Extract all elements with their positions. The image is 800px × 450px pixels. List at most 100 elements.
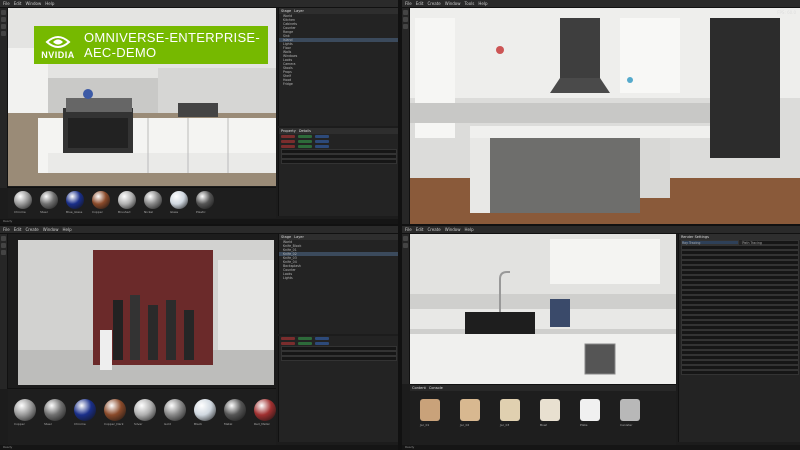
menu-item-window[interactable]: Window — [25, 1, 41, 6]
render-setting-field[interactable] — [681, 369, 799, 376]
asset-thumbnail[interactable] — [620, 399, 640, 421]
content-browser: Content Console Jar_01 Jar_02 Jar_03 Bowl Pl… — [410, 384, 676, 445]
menu-item-create[interactable]: Create — [25, 227, 38, 232]
property-field[interactable] — [281, 355, 397, 362]
status-bar: Ready — [0, 445, 398, 450]
rotate-tool-icon[interactable] — [403, 24, 408, 29]
material-thumbnail[interactable] — [224, 399, 246, 421]
select-tool-icon[interactable] — [403, 236, 408, 241]
asset-label: Jar_01 — [420, 423, 430, 427]
menu-item-help[interactable]: Help — [63, 227, 72, 232]
move-tool-icon[interactable] — [1, 17, 6, 22]
viewport[interactable]: FPS: 60.0 — [410, 8, 800, 224]
tab-stage[interactable]: Stage — [281, 235, 291, 239]
tab-property[interactable]: Property — [281, 129, 296, 133]
material-thumbnail[interactable] — [104, 399, 126, 421]
top-right-window: File Edit Create Window Tools Help FPS: … — [402, 0, 800, 224]
menu-item-file[interactable]: File — [405, 1, 412, 6]
material-label: Brushed — [118, 210, 131, 214]
stage-tree-item[interactable]: Lights — [279, 276, 398, 280]
select-tool-icon[interactable] — [403, 10, 408, 15]
asset-label: Plate — [580, 423, 588, 427]
material-browser: Copper Steel Chrome Copper_Dark Silver Gold Bl… — [8, 388, 276, 445]
sink-scene-image — [410, 234, 676, 384]
tab-stage[interactable]: Stage — [281, 9, 291, 13]
left-toolbar — [0, 8, 8, 188]
material-thumbnail[interactable] — [44, 399, 66, 421]
move-tool-icon[interactable] — [1, 243, 6, 248]
asset-thumbnail[interactable] — [540, 399, 560, 421]
material-thumbnail[interactable] — [194, 399, 216, 421]
material-thumbnail[interactable] — [66, 191, 84, 209]
menu-item-create[interactable]: Create — [427, 1, 440, 6]
material-thumbnail[interactable] — [170, 191, 188, 209]
material-thumbnail[interactable] — [92, 191, 110, 209]
kitchen-island-scene-image — [410, 8, 800, 224]
menu-item-window[interactable]: Window — [43, 227, 59, 232]
asset-label: Jar_02 — [460, 423, 470, 427]
asset-label: Bowl — [540, 423, 548, 427]
material-thumbnail[interactable] — [196, 191, 214, 209]
menu-bar: File Edit Create Window Help — [402, 226, 800, 234]
viewport[interactable] — [410, 234, 676, 384]
menu-item-file[interactable]: File — [3, 1, 10, 6]
scale-tool-icon[interactable] — [1, 31, 6, 36]
material-label: Plastic — [196, 210, 206, 214]
menu-bar: File Edit Create Window Help — [0, 226, 398, 234]
select-tool-icon[interactable] — [1, 236, 6, 241]
tab-console[interactable]: Console — [429, 386, 443, 390]
fps-readout: FPS: 60.0 — [777, 10, 796, 15]
menu-bar: File Edit Window Help — [0, 0, 398, 8]
material-thumbnail[interactable] — [254, 399, 276, 421]
asset-thumbnail[interactable] — [580, 399, 600, 421]
move-tool-icon[interactable] — [403, 17, 408, 22]
material-thumbnail[interactable] — [74, 399, 96, 421]
render-settings-panel: Render Settings Ray Tracing Path Tracing — [678, 234, 800, 442]
material-label: Chrome — [74, 422, 86, 426]
material-label: Silver — [134, 422, 143, 426]
select-tool-icon[interactable] — [1, 10, 6, 15]
left-toolbar — [402, 234, 410, 384]
menu-item-help[interactable]: Help — [478, 1, 487, 6]
material-thumbnail[interactable] — [14, 191, 32, 209]
status-bar: Ready — [402, 445, 800, 450]
rotate-tool-icon[interactable] — [1, 24, 6, 29]
menu-item-tools[interactable]: Tools — [465, 1, 475, 6]
tab-layer[interactable]: Layer — [294, 9, 304, 13]
tab-details[interactable]: Details — [299, 129, 311, 133]
tab-content[interactable]: Content — [412, 386, 426, 390]
stage-panel: Stage Layer World Knife_Block Knife_01 Knif… — [278, 234, 398, 334]
move-tool-icon[interactable] — [403, 243, 408, 248]
material-label: Blue_Glass — [66, 210, 83, 214]
menu-item-file[interactable]: File — [3, 227, 10, 232]
menu-item-edit[interactable]: Edit — [14, 227, 22, 232]
menu-bar: File Edit Create Window Tools Help — [402, 0, 800, 8]
asset-thumbnail[interactable] — [500, 399, 520, 421]
tab-render-settings[interactable]: Render Settings — [681, 235, 709, 239]
viewport[interactable] — [18, 240, 274, 385]
tab-layer[interactable]: Layer — [294, 235, 304, 239]
rotate-tool-icon[interactable] — [1, 250, 6, 255]
menu-item-edit[interactable]: Edit — [416, 227, 424, 232]
menu-item-edit[interactable]: Edit — [14, 1, 22, 6]
menu-item-help[interactable]: Help — [465, 227, 474, 232]
menu-item-create[interactable]: Create — [427, 227, 440, 232]
render-setting-row — [679, 369, 800, 376]
menu-item-edit[interactable]: Edit — [416, 1, 424, 6]
property-field[interactable] — [281, 158, 397, 165]
material-label: Chrome — [14, 210, 26, 214]
menu-item-window[interactable]: Window — [445, 227, 461, 232]
material-thumbnail[interactable] — [144, 191, 162, 209]
material-thumbnail[interactable] — [134, 399, 156, 421]
asset-thumbnail[interactable] — [420, 399, 440, 421]
menu-item-help[interactable]: Help — [45, 1, 54, 6]
material-label: Steel — [40, 210, 48, 214]
material-thumbnail[interactable] — [40, 191, 58, 209]
material-thumbnail[interactable] — [118, 191, 136, 209]
menu-item-window[interactable]: Window — [445, 1, 461, 6]
menu-item-file[interactable]: File — [405, 227, 412, 232]
material-thumbnail[interactable] — [164, 399, 186, 421]
asset-thumbnail[interactable] — [460, 399, 480, 421]
stage-tree-item[interactable]: Fridge — [279, 82, 398, 86]
material-thumbnail[interactable] — [14, 399, 36, 421]
